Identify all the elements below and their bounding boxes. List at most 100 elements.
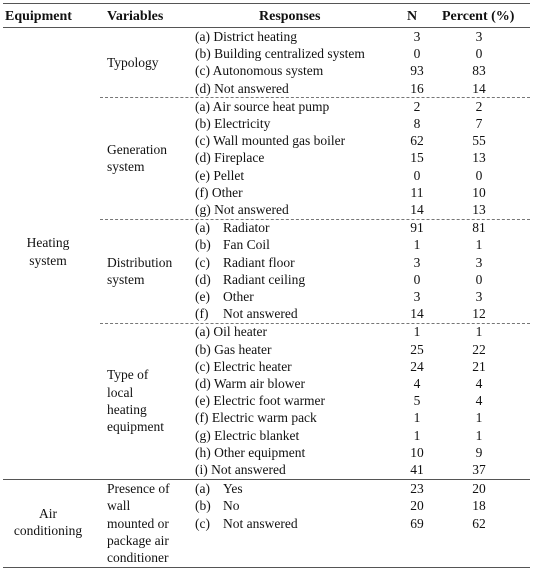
table-row-response: (c) Electric heater bbox=[195, 358, 292, 374]
percent-value: 1 bbox=[475, 237, 483, 253]
count-n: 1 bbox=[413, 237, 421, 253]
percent-value: 4 bbox=[475, 393, 483, 409]
percent-value: 62 bbox=[472, 515, 486, 531]
variable-name: wall bbox=[107, 498, 131, 514]
percent-value: 37 bbox=[472, 462, 486, 477]
count-n: 23 bbox=[410, 481, 424, 497]
variable-name: Generation bbox=[107, 141, 167, 157]
table-row-response: (f) Other bbox=[195, 184, 243, 200]
percent-value: 21 bbox=[472, 358, 486, 374]
table-row-response: (a) Radiator bbox=[195, 219, 270, 236]
count-n: 91 bbox=[410, 220, 424, 236]
table-row-response: (g) Electric blanket bbox=[195, 427, 300, 443]
table-row-response: (a) Oil heater bbox=[195, 324, 267, 340]
response-letter: (f) bbox=[195, 306, 209, 322]
header-n: N bbox=[407, 9, 418, 24]
variable-name: conditioner bbox=[107, 550, 169, 565]
equipment-name: conditioning bbox=[13, 522, 83, 538]
count-n: 16 bbox=[410, 80, 424, 96]
header-equipment: Equipment bbox=[5, 9, 72, 24]
response-text: Not answered bbox=[223, 515, 298, 531]
count-n: 69 bbox=[410, 515, 424, 531]
percent-value: 20 bbox=[472, 481, 486, 497]
response-text: Other bbox=[223, 289, 254, 304]
table-row-response: (b) Gas heater bbox=[195, 341, 272, 357]
response-text: Radiator bbox=[223, 220, 270, 236]
table-row-response: (e) Electric foot warmer bbox=[195, 393, 326, 409]
variable-name: Typology bbox=[107, 54, 159, 70]
table-row-response: (e) Other bbox=[195, 288, 254, 305]
table-row-response: (a) Air source heat pump bbox=[195, 98, 330, 114]
count-n: 1 bbox=[413, 324, 421, 340]
response-letter: (b) bbox=[195, 237, 211, 253]
variable-name: Presence of bbox=[107, 481, 170, 497]
percent-value: 14 bbox=[472, 80, 486, 96]
variable-name: system bbox=[107, 159, 145, 174]
percent-value: 3 bbox=[475, 29, 483, 44]
percent-value: 1 bbox=[475, 410, 483, 426]
header-percent: Percent (%) bbox=[442, 9, 515, 24]
percent-value: 13 bbox=[472, 150, 486, 166]
response-text: Radiant ceiling bbox=[223, 271, 306, 287]
variable-name: system bbox=[107, 271, 145, 287]
table-row-response: (a) Yes bbox=[195, 480, 243, 497]
table-row-response: (c) Autonomous system bbox=[195, 63, 324, 79]
percent-value: 13 bbox=[472, 202, 486, 217]
table-row-response: (c) Radiant floor bbox=[195, 254, 295, 271]
table-row-response: (d) Fireplace bbox=[195, 150, 265, 166]
percent-value: 1 bbox=[475, 324, 483, 340]
response-text: No bbox=[223, 498, 240, 514]
table-row-response: (i) Not answered bbox=[195, 462, 286, 477]
percent-value: 3 bbox=[475, 254, 483, 270]
count-n: 3 bbox=[413, 29, 421, 44]
count-n: 93 bbox=[410, 63, 424, 79]
variable-name: package air bbox=[107, 532, 169, 548]
table-row-response: (c) Not answered bbox=[195, 515, 298, 532]
percent-value: 83 bbox=[472, 63, 486, 79]
header-responses: Responses bbox=[259, 9, 321, 24]
response-letter: (a) bbox=[195, 481, 210, 497]
count-n: 0 bbox=[413, 271, 421, 287]
count-n: 14 bbox=[410, 306, 424, 322]
header-variables: Variables bbox=[107, 9, 164, 24]
count-n: 4 bbox=[413, 376, 421, 391]
variable-name: Distribution bbox=[107, 254, 173, 270]
table-row-response: (d) Warm air blower bbox=[195, 376, 305, 391]
variable-name: Type of bbox=[107, 367, 149, 383]
percent-value: 0 bbox=[475, 271, 483, 287]
count-n: 10 bbox=[410, 444, 424, 460]
response-letter: (b) bbox=[195, 498, 211, 514]
count-n: 41 bbox=[410, 462, 424, 477]
response-letter: (e) bbox=[195, 289, 210, 304]
response-text: Radiant floor bbox=[223, 254, 295, 270]
table-row-response: (b) No bbox=[195, 497, 240, 514]
variable-name: heating bbox=[107, 401, 147, 417]
percent-value: 0 bbox=[475, 46, 483, 62]
percent-value: 9 bbox=[475, 444, 483, 460]
percent-value: 12 bbox=[472, 306, 486, 322]
count-n: 25 bbox=[410, 341, 424, 357]
count-n: 1 bbox=[413, 427, 421, 443]
response-text: Not answered bbox=[223, 306, 298, 322]
count-n: 2 bbox=[413, 98, 421, 114]
table-row-response: (a) District heating bbox=[195, 29, 297, 44]
table-row-response: (b) Electricity bbox=[195, 116, 271, 131]
count-n: 14 bbox=[410, 202, 424, 217]
percent-value: 4 bbox=[475, 376, 483, 391]
percent-value: 18 bbox=[472, 498, 486, 514]
table-row-response: (b) Fan Coil bbox=[195, 236, 270, 253]
response-letter: (a) bbox=[195, 220, 210, 236]
count-n: 0 bbox=[413, 167, 421, 183]
variable-name: mounted or bbox=[107, 515, 169, 531]
percent-value: 22 bbox=[472, 341, 486, 357]
table-row-response: (g) Not answered bbox=[195, 202, 289, 217]
equipment-name: Heating bbox=[26, 235, 70, 251]
percent-value: 7 bbox=[475, 116, 483, 131]
equipment-name: system bbox=[29, 252, 67, 268]
table-row-response: (f) Not answered bbox=[195, 305, 298, 322]
count-n: 0 bbox=[413, 46, 421, 62]
table-row-response: (h) Other equipment bbox=[195, 444, 306, 460]
count-n: 20 bbox=[410, 498, 424, 514]
equipment-name: Air bbox=[39, 505, 57, 521]
count-n: 1 bbox=[413, 410, 421, 426]
